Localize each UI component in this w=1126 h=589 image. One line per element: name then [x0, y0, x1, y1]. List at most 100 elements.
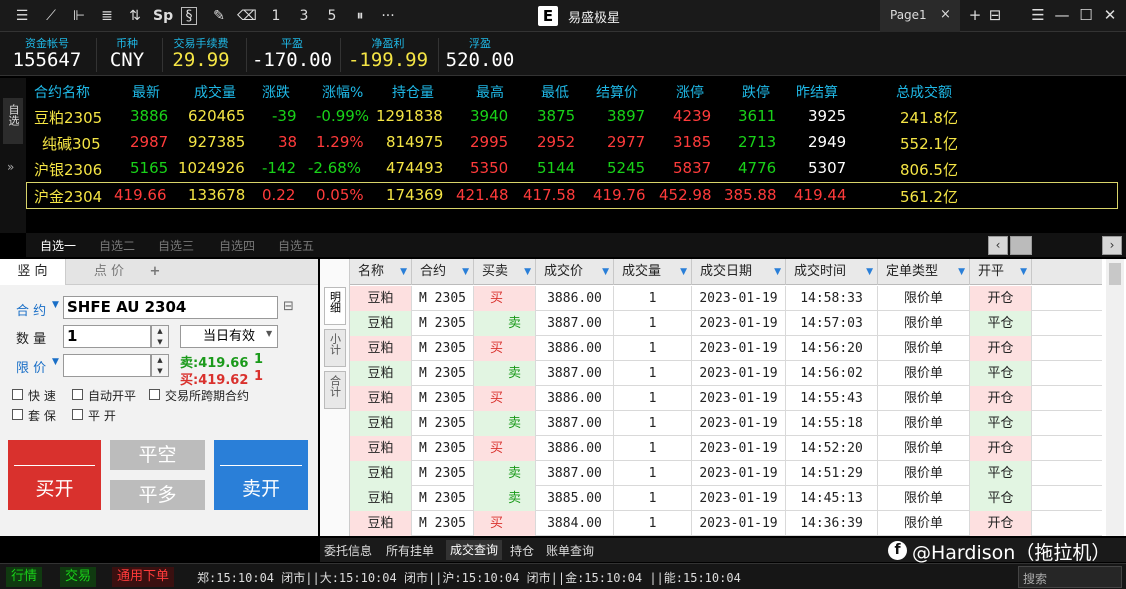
price-stepper[interactable]: ▲ ▼ — [151, 354, 169, 377]
layout-icon[interactable]: ⊟ — [985, 6, 1005, 24]
header-last[interactable]: 最新 — [132, 82, 160, 102]
scroll-left-icon[interactable]: ‹ — [988, 236, 1008, 255]
col-side[interactable]: 买卖 ▼ — [474, 259, 536, 285]
header-name[interactable]: 合约名称 — [34, 82, 90, 102]
minimize-icon[interactable]: — — [1052, 6, 1072, 24]
table-row[interactable]: 豆粕 M 2305 买 3886.00 1 2023-01-19 14:58:33 限价单 开仓 — [350, 286, 1102, 311]
table-row[interactable]: 豆粕 M 2305 买 3884.00 1 2023-01-19 14:36:39 限价单 开仓 — [350, 511, 1102, 536]
filter-icon[interactable]: ▼ — [524, 259, 531, 285]
qty-input[interactable]: 1 — [63, 325, 151, 348]
more-icon[interactable]: ··· — [378, 6, 398, 26]
digit-3-icon[interactable]: 3 — [294, 6, 314, 26]
col-contract[interactable]: 合约 ▼ — [412, 259, 474, 285]
tab-all-pending[interactable]: 所有挂单 — [386, 542, 434, 559]
watch-tab-5[interactable]: 自选五 — [278, 237, 314, 254]
tab-vertical[interactable]: 竖 向 — [0, 259, 66, 285]
filter-icon[interactable]: ▼ — [958, 259, 965, 285]
header-change-pct[interactable]: 涨幅% — [322, 82, 363, 102]
price-type-label[interactable]: 限 价 — [16, 357, 46, 376]
close-short-button[interactable]: 平空 — [110, 440, 205, 470]
col-time[interactable]: 成交时间 ▼ — [786, 259, 878, 285]
watchlist-side-tab[interactable]: 自选 — [3, 98, 23, 144]
script-icon[interactable]: § — [181, 7, 197, 25]
expand-icon[interactable]: » — [7, 160, 14, 174]
chevron-down-icon[interactable]: ▼ — [266, 329, 272, 338]
quick-checkbox[interactable] — [12, 389, 23, 400]
exchange-spread-checkbox[interactable] — [149, 389, 160, 400]
tab-orders[interactable]: 委托信息 — [324, 542, 372, 559]
header-change[interactable]: 涨跌 — [262, 82, 290, 102]
filter-icon[interactable]: ▼ — [1020, 259, 1027, 285]
table-row[interactable]: 豆粕 M 2305 卖 3887.00 1 2023-01-19 14:57:03 限价单 平仓 — [350, 311, 1102, 336]
currency[interactable]: 币种 CNY — [104, 35, 150, 71]
contract-input[interactable]: SHFE AU 2304 — [63, 296, 278, 319]
watch-tab-1[interactable]: 自选一 — [40, 237, 76, 254]
tab-point-price[interactable]: 点 价 — [76, 259, 142, 285]
filter-icon[interactable]: ▼ — [462, 259, 469, 285]
market-button[interactable]: 行情 — [6, 567, 43, 587]
digit-10-icon[interactable]: ⏸ — [350, 6, 370, 26]
lock-icon[interactable]: ⊟ — [283, 299, 294, 314]
trend-icon[interactable]: ⇅ — [125, 6, 145, 26]
price-input[interactable] — [63, 354, 151, 377]
col-price[interactable]: 成交价 ▼ — [536, 259, 614, 285]
filter-icon[interactable]: ▼ — [680, 259, 687, 285]
fund-account[interactable]: 资金帐号 155647 — [10, 35, 84, 71]
digit-1-icon[interactable]: 1 — [266, 6, 286, 26]
table-row[interactable]: 豆粕 M 2305 买 3886.00 1 2023-01-19 14:55:43 限价单 开仓 — [350, 386, 1102, 411]
table-row[interactable]: 豆粕 M 2305 买 3886.00 1 2023-01-19 14:52:20 限价单 开仓 — [350, 436, 1102, 461]
digit-5-icon[interactable]: 5 — [322, 6, 342, 26]
close-window-icon[interactable]: ✕ — [1100, 6, 1120, 24]
table-row[interactable]: 豆粕 M 2305 买 3886.00 1 2023-01-19 14:56:20 限价单 开仓 — [350, 336, 1102, 361]
watch-tab-4[interactable]: 自选四 — [219, 237, 255, 254]
filter-icon[interactable]: ▼ — [400, 259, 407, 285]
filter-icon[interactable]: ▼ — [774, 259, 781, 285]
line-chart-icon[interactable]: ⟋ — [41, 6, 61, 26]
tab-trade-query[interactable]: 成交查询 — [446, 540, 503, 560]
header-low[interactable]: 最低 — [541, 82, 569, 102]
buy-open-button[interactable]: 买开 — [8, 440, 101, 510]
menu-list-icon[interactable]: ☰ — [12, 6, 32, 26]
filter-icon[interactable]: ▼ — [866, 259, 873, 285]
col-qty[interactable]: 成交量 ▼ — [614, 259, 692, 285]
bar-list-icon[interactable]: ≣ — [97, 6, 117, 26]
quote-row[interactable]: 沪银2306 5165 1024926 -142 -2.68% 474493 5… — [26, 156, 1118, 182]
add-tab-icon[interactable]: + — [965, 6, 985, 24]
header-settle[interactable]: 结算价 — [596, 82, 638, 102]
trade-button[interactable]: 交易 — [60, 567, 97, 587]
pencil-icon[interactable]: ✎ — [209, 6, 229, 26]
scroll-right-icon[interactable]: › — [1102, 236, 1122, 255]
header-limit-down[interactable]: 跌停 — [742, 82, 770, 102]
chevron-down-icon[interactable]: ▼ — [52, 357, 59, 367]
auto-open-close-checkbox[interactable] — [72, 389, 83, 400]
close-long-button[interactable]: 平多 — [110, 480, 205, 510]
general-order-button[interactable]: 通用下单 — [112, 567, 175, 587]
col-date[interactable]: 成交日期 ▼ — [692, 259, 786, 285]
tab-subtotal[interactable]: 小计 — [324, 329, 346, 367]
add-tab-icon[interactable]: + — [140, 259, 170, 285]
header-limit-up[interactable]: 涨停 — [676, 82, 704, 102]
close-open-checkbox[interactable] — [72, 409, 83, 420]
qty-stepper[interactable]: ▲ ▼ — [151, 325, 169, 348]
scroll-thumb[interactable] — [1010, 236, 1032, 255]
quote-row[interactable]: 纯碱305 2987 927385 38 1.29% 814975 2995 2… — [26, 130, 1118, 156]
search-input[interactable]: 搜索 — [1018, 566, 1122, 588]
table-row[interactable]: 豆粕 M 2305 卖 3887.00 1 2023-01-19 14:51:29 限价单 平仓 — [350, 461, 1102, 486]
eraser-icon[interactable]: ⌫ — [237, 6, 257, 26]
maximize-icon[interactable]: ☐ — [1076, 6, 1096, 24]
vertical-scrollbar[interactable] — [1106, 259, 1124, 536]
tab-detail[interactable]: 明细 — [324, 287, 346, 325]
hedge-checkbox[interactable] — [12, 409, 23, 420]
list-menu-icon[interactable]: ☰ — [1028, 6, 1048, 24]
header-volume[interactable]: 成交量 — [194, 82, 236, 102]
tab-statement[interactable]: 账单查询 — [546, 542, 594, 559]
validity-select[interactable]: 当日有效 — [180, 325, 278, 348]
col-name[interactable]: 名称 ▼ — [350, 259, 412, 285]
scroll-thumb[interactable] — [1109, 263, 1121, 285]
header-turnover[interactable]: 总成交额 — [896, 82, 952, 102]
table-row[interactable]: 豆粕 M 2305 卖 3887.00 1 2023-01-19 14:56:02 限价单 平仓 — [350, 361, 1102, 386]
quote-row-selected[interactable]: 沪金2304 419.66 133678 0.22 0.05% 174369 4… — [26, 183, 1118, 209]
chevron-down-icon[interactable]: ▼ — [52, 300, 59, 310]
table-row[interactable]: 豆粕 M 2305 卖 3887.00 1 2023-01-19 14:55:18 限价单 平仓 — [350, 411, 1102, 436]
table-row[interactable]: 豆粕 M 2305 卖 3885.00 1 2023-01-19 14:45:13 限价单 平仓 — [350, 486, 1102, 511]
